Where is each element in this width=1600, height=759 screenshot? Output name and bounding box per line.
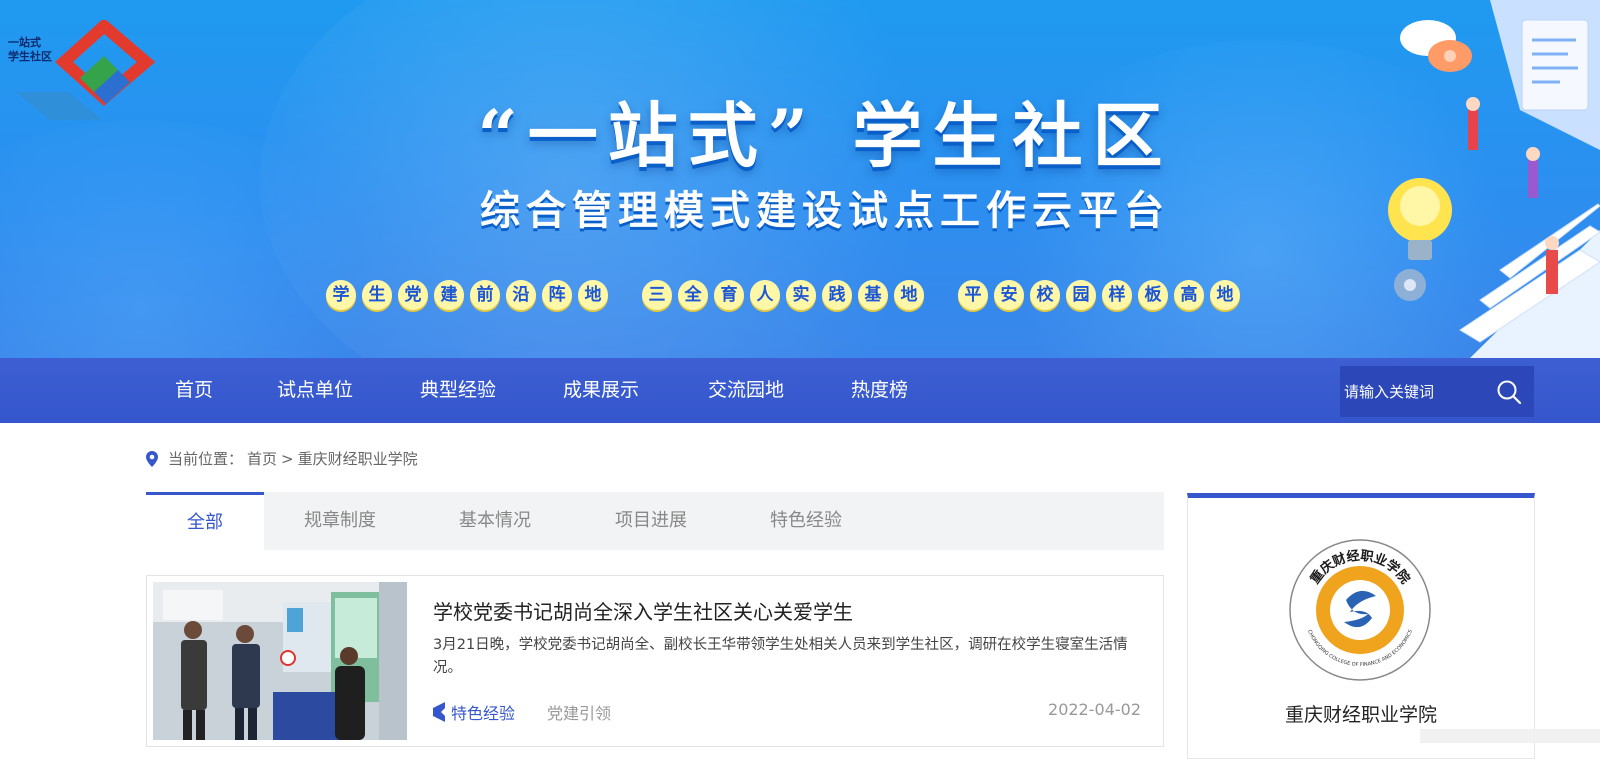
- slogan-char: 三: [642, 280, 672, 310]
- slogan-char: 地: [1210, 280, 1240, 310]
- slogan-char: 建: [434, 280, 464, 310]
- slogan-char: 校: [1030, 280, 1060, 310]
- tab-basic-info[interactable]: 基本情况: [459, 492, 531, 550]
- article-title[interactable]: 学校党委书记胡尚全深入学生社区关心关爱学生: [433, 596, 853, 625]
- breadcrumb: 当前位置： 首页 > 重庆财经职业学院: [146, 448, 418, 469]
- slogan-char: 人: [750, 280, 780, 310]
- main-nav: 首页 试点单位 典型经验 成果展示 交流园地 热度榜: [0, 358, 1600, 423]
- slogan-char: 阵: [542, 280, 572, 310]
- slogan-char: 践: [822, 280, 852, 310]
- tab-regulations[interactable]: 规章制度: [304, 492, 376, 550]
- tab-progress[interactable]: 项目进展: [615, 492, 687, 550]
- breadcrumb-label: 当前位置：: [168, 448, 243, 469]
- nav-item-hot-list[interactable]: 热度榜: [851, 358, 908, 423]
- article-date: 2022-04-02: [1048, 700, 1141, 719]
- article-card[interactable]: 学校党委书记胡尚全深入学生社区关心关爱学生 3月21日晚，学校党委书记胡尚全、副…: [146, 575, 1164, 747]
- nav-item-exchange[interactable]: 交流园地: [708, 358, 784, 423]
- slogan-3: 平 安 校 园 样 板 高 地: [958, 280, 1240, 310]
- slogan-char: 育: [714, 280, 744, 310]
- slogan-1: 学 生 党 建 前 沿 阵 地: [326, 280, 608, 310]
- breadcrumb-separator: >: [281, 450, 294, 468]
- slogan-char: 平: [958, 280, 988, 310]
- slogan-char: 生: [362, 280, 392, 310]
- slogan-char: 板: [1138, 280, 1168, 310]
- school-seal-logo: 重庆财经职业学院 CHONGQING COLLEGE OF FINANCE AN…: [1288, 538, 1432, 682]
- slogan-char: 前: [470, 280, 500, 310]
- search-box: [1340, 366, 1534, 417]
- article-summary: 3月21日晚，学校党委书记胡尚全、副校长王华带领学生处相关人员来到学生社区，调研…: [433, 634, 1143, 680]
- header-banner: 一站式 学生社区 “一站式” 学生社区 综合管理模式建设试点工作云平台 学 生 …: [0, 0, 1600, 358]
- breadcrumb-current: 重庆财经职业学院: [298, 448, 418, 469]
- breadcrumb-home-link[interactable]: 首页: [247, 448, 277, 469]
- banner-slogans: 学 生 党 建 前 沿 阵 地 三 全 育 人 实 践 基 地 平 安 校 园 …: [326, 280, 1240, 310]
- nav-item-pilot-units[interactable]: 试点单位: [277, 358, 353, 423]
- school-name: 重庆财经职业学院: [1188, 700, 1534, 727]
- slogan-char: 沿: [506, 280, 536, 310]
- tab-featured-experience[interactable]: 特色经验: [770, 492, 842, 550]
- search-icon[interactable]: [1496, 379, 1522, 405]
- location-pin-icon: [146, 451, 158, 467]
- slogan-char: 园: [1066, 280, 1096, 310]
- article-tag[interactable]: 特色经验: [433, 700, 515, 724]
- slogan-2: 三 全 育 人 实 践 基 地: [642, 280, 924, 310]
- slogan-char: 安: [994, 280, 1024, 310]
- slogan-char: 高: [1174, 280, 1204, 310]
- nav-item-achievements[interactable]: 成果展示: [563, 358, 639, 423]
- slogan-char: 全: [678, 280, 708, 310]
- bottom-toolbar-strip: [1420, 729, 1600, 743]
- slogan-char: 样: [1102, 280, 1132, 310]
- article-category[interactable]: 党建引领: [547, 700, 611, 724]
- slogan-char: 地: [894, 280, 924, 310]
- slogan-char: 学: [326, 280, 356, 310]
- logo-line-2: 学生社区: [8, 50, 68, 64]
- banner-illustration: [1350, 0, 1600, 358]
- tag-flag-icon: [433, 702, 445, 722]
- article-tag-label: 特色经验: [451, 700, 515, 724]
- nav-item-home[interactable]: 首页: [175, 358, 213, 423]
- article-thumbnail[interactable]: [153, 582, 407, 740]
- slogan-char: 基: [858, 280, 888, 310]
- slogan-char: 党: [398, 280, 428, 310]
- slogan-char: 实: [786, 280, 816, 310]
- tab-all[interactable]: 全部: [146, 492, 264, 550]
- logo-line-1: 一站式: [8, 36, 68, 50]
- slogan-char: 地: [578, 280, 608, 310]
- category-tabs: 全部 规章制度 基本情况 项目进展 特色经验: [146, 492, 1164, 550]
- school-sidebar-card: 重庆财经职业学院 CHONGQING COLLEGE OF FINANCE AN…: [1187, 493, 1535, 759]
- logo-text: 一站式 学生社区: [8, 36, 68, 64]
- search-input[interactable]: [1340, 371, 1486, 413]
- nav-item-typical-experience[interactable]: 典型经验: [420, 358, 496, 423]
